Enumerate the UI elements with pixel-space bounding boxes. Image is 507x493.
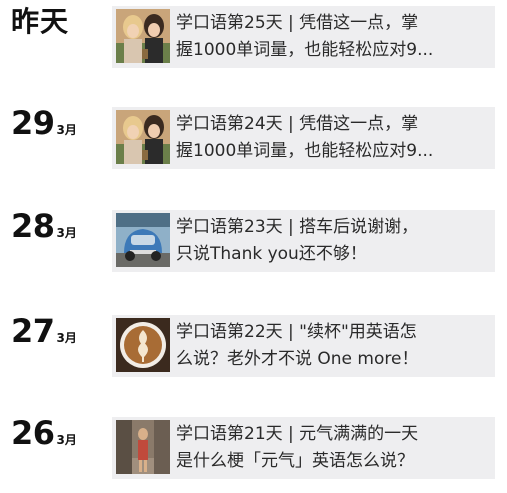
date-label: 昨天 bbox=[11, 2, 69, 42]
article-title-line1: 学口语第21天 | 元气满满的一天 bbox=[176, 424, 419, 444]
article-title: 学口语第23天 | 搭车后说谢谢， 只说Thank you还不够！ bbox=[176, 214, 494, 268]
article-card[interactable]: 学口语第21天 | 元气满满的一天 是什么梗「元气」英语怎么说？ bbox=[112, 417, 495, 479]
two-women-photo-icon bbox=[116, 110, 170, 164]
article-title: 学口语第24天 | 凭借这一点，掌 握1000单词量，也能轻松应对9... bbox=[176, 111, 494, 165]
date-label: 28 3月 bbox=[11, 206, 77, 246]
date-day: 27 bbox=[11, 312, 55, 350]
date-month: 3月 bbox=[56, 226, 77, 240]
article-card[interactable]: 学口语第25天 | 凭借这一点，掌 握1000单词量，也能轻松应对9... bbox=[112, 6, 495, 68]
article-title-line1: 学口语第22天 | "续杯"用英语怎 bbox=[176, 322, 417, 342]
date-day: 昨天 bbox=[11, 5, 70, 38]
article-card[interactable]: 学口语第22天 | "续杯"用英语怎 么说？老外才不说 One more！ bbox=[112, 315, 495, 377]
date-label: 27 3月 bbox=[11, 311, 77, 351]
list-item: 昨天 学口语第25天 | 凭借这一点，掌 握1000单词量，也能轻松应对9... bbox=[0, 2, 507, 74]
article-title-line1: 学口语第24天 | 凭借这一点，掌 bbox=[176, 114, 419, 134]
list-item: 29 3月 学口语第24天 | 凭借这一点，掌 握1000单词量，也能轻松应对9.… bbox=[0, 103, 507, 175]
date-day: 26 bbox=[11, 414, 55, 452]
article-title-line2: 么说？老外才不说 One more！ bbox=[176, 349, 419, 369]
two-women-photo-icon bbox=[116, 9, 170, 63]
article-title: 学口语第22天 | "续杯"用英语怎 么说？老外才不说 One more！ bbox=[176, 319, 494, 373]
article-title: 学口语第25天 | 凭借这一点，掌 握1000单词量，也能轻松应对9... bbox=[176, 10, 494, 64]
latte-art-photo-icon bbox=[116, 318, 170, 372]
article-card[interactable]: 学口语第23天 | 搭车后说谢谢， 只说Thank you还不够！ bbox=[112, 210, 495, 272]
article-title-line2: 握1000单词量，也能轻松应对9... bbox=[176, 40, 434, 60]
article-title-line2: 握1000单词量，也能轻松应对9... bbox=[176, 141, 434, 161]
article-title-line2: 是什么梗「元气」英语怎么说？ bbox=[176, 451, 414, 471]
date-label: 29 3月 bbox=[11, 103, 77, 143]
article-title-line1: 学口语第23天 | 搭车后说谢谢， bbox=[176, 217, 419, 237]
date-month: 3月 bbox=[56, 433, 77, 447]
blue-car-photo-icon bbox=[116, 213, 170, 267]
list-item: 27 3月 学口语第22天 | "续杯"用英语怎 么说？老外才不说 One mor… bbox=[0, 311, 507, 383]
list-item: 28 3月 学口语第23天 | 搭车后说谢谢， 只说Thank you还不够！ bbox=[0, 206, 507, 278]
woman-street-photo-icon bbox=[116, 420, 170, 474]
date-day: 28 bbox=[11, 207, 55, 245]
date-day: 29 bbox=[11, 104, 55, 142]
article-title-line1: 学口语第25天 | 凭借这一点，掌 bbox=[176, 13, 419, 33]
article-title-line2: 只说Thank you还不够！ bbox=[176, 244, 367, 264]
date-label: 26 3月 bbox=[11, 413, 77, 453]
list-item: 26 3月 学口语第21天 | 元气满满的一天 是什么梗「元气」英语怎么说？ bbox=[0, 413, 507, 485]
date-month: 3月 bbox=[56, 331, 77, 345]
article-card[interactable]: 学口语第24天 | 凭借这一点，掌 握1000单词量，也能轻松应对9... bbox=[112, 107, 495, 169]
date-month: 3月 bbox=[56, 123, 77, 137]
article-title: 学口语第21天 | 元气满满的一天 是什么梗「元气」英语怎么说？ bbox=[176, 421, 494, 475]
